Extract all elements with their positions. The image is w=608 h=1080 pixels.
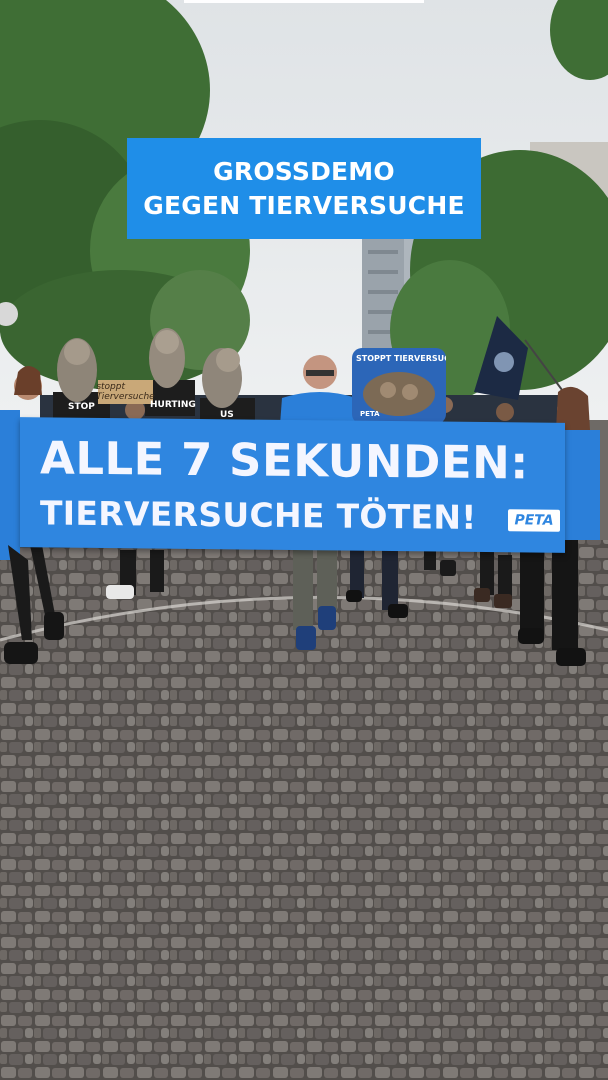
story-progress-fill — [184, 0, 424, 3]
sign-text-stop: STOP — [68, 402, 95, 412]
title-line-1: GROSSDEMO — [213, 156, 395, 186]
round-protest-sign: STOPPT TIERVERSUCHE PETA — [352, 348, 446, 424]
story-progress-bar — [184, 0, 424, 3]
handwritten-sign: stoppt Tierversuche — [96, 380, 155, 404]
banner-subline: TIERVERSUCHE TÖTEN! — [40, 493, 477, 537]
round-sign-logo: PETA — [360, 410, 380, 418]
title-overlay: GROSSDEMO GEGEN TIERVERSUCHE — [127, 138, 481, 239]
title-line-2: GEGEN TIERVERSUCHE — [143, 190, 465, 220]
protest-banner: ALLE 7 SEKUNDEN: TIERVERSUCHE TÖTEN! PET… — [20, 417, 565, 553]
banner-headline: ALLE 7 SEKUNDEN: — [40, 431, 529, 490]
sign-text-hurting: HURTING — [150, 400, 196, 410]
peta-logo: PETA — [508, 509, 560, 532]
